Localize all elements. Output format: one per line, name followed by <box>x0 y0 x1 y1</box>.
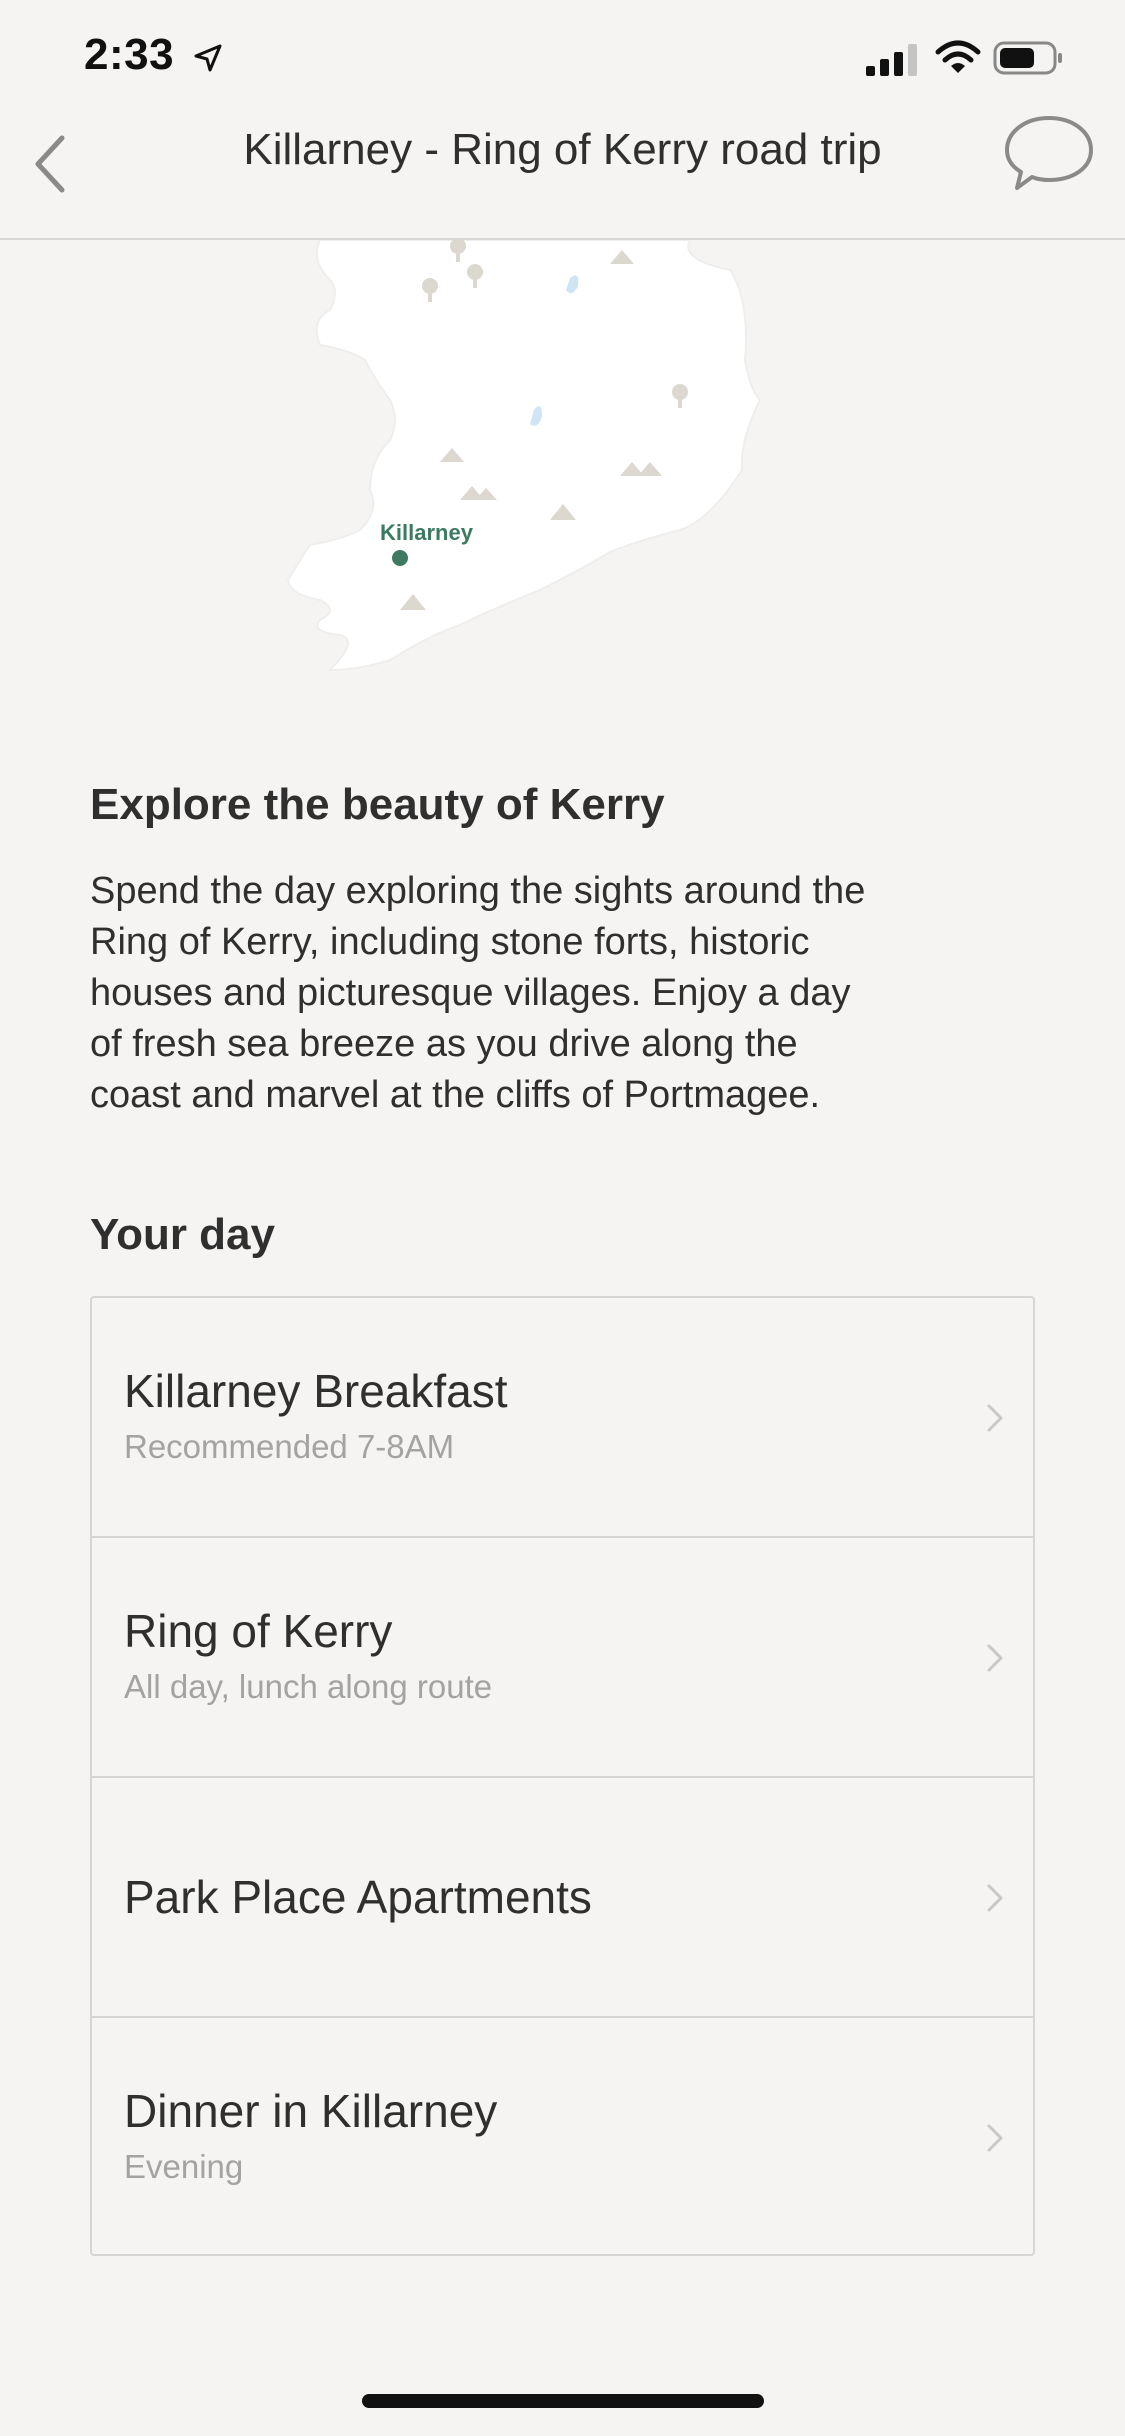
itinerary-item-killarney-breakfast[interactable]: Killarney Breakfast Recommended 7-8AM <box>92 1298 1033 1538</box>
itinerary-item-subtitle: Recommended 7-8AM <box>124 1428 455 1465</box>
itinerary-item-title: Ring of Kerry <box>124 1605 393 1657</box>
battery-icon <box>993 41 1062 75</box>
ireland-landmass <box>286 240 762 672</box>
intro-line: coast and marvel at the cliffs of Portma… <box>90 1074 821 1116</box>
chevron-right-icon <box>987 1644 1003 1672</box>
itinerary-item-title: Park Place Apartments <box>124 1871 592 1923</box>
itinerary-item-ring-of-kerry[interactable]: Ring of Kerry All day, lunch along route <box>92 1538 1033 1778</box>
chevron-right-icon <box>987 1404 1003 1432</box>
wifi-icon <box>935 40 981 73</box>
intro-heading: Explore the beauty of Kerry <box>90 780 665 829</box>
intro-line: of fresh sea breeze as you drive along t… <box>90 1023 798 1065</box>
intro-line: houses and picturesque villages. Enjoy a… <box>90 972 851 1014</box>
cellular-signal-icon <box>866 44 917 76</box>
home-indicator[interactable] <box>362 2394 764 2408</box>
itinerary-item-subtitle: All day, lunch along route <box>124 1668 493 1705</box>
your-day-heading: Your day <box>90 1210 276 1259</box>
itinerary-item-title: Dinner in Killarney <box>124 2085 498 2137</box>
intro-line: Ring of Kerry, including stone forts, hi… <box>90 921 810 963</box>
navigation-bar: Killarney - Ring of Kerry road trip <box>0 100 1125 240</box>
itinerary-item-title: Killarney Breakfast <box>124 1365 508 1417</box>
map-pin-label: Killarney <box>380 520 474 545</box>
intro-line: Spend the day exploring the sights aroun… <box>90 870 866 912</box>
intro-description: Spend the day exploring the sights aroun… <box>90 866 1050 1121</box>
screen: 2:33 Killarney - Ring of Kerry road trip <box>0 0 1125 2436</box>
chevron-right-icon <box>987 2124 1003 2152</box>
chat-button[interactable] <box>1003 112 1095 194</box>
page-title: Killarney - Ring of Kerry road trip <box>243 125 882 174</box>
ireland-map: Killarney <box>286 240 762 672</box>
itinerary-list: Killarney Breakfast Recommended 7-8AM Ri… <box>90 1296 1035 2256</box>
back-button[interactable] <box>20 114 100 214</box>
itinerary-item-park-place-apartments[interactable]: Park Place Apartments <box>92 1778 1033 2018</box>
itinerary-item-dinner-in-killarney[interactable]: Dinner in Killarney Evening <box>92 2018 1033 2254</box>
map-pin <box>392 550 408 566</box>
itinerary-item-subtitle: Evening <box>124 2148 244 2185</box>
chevron-right-icon <box>987 1884 1003 1912</box>
status-time: 2:33 <box>84 30 175 79</box>
location-arrow-icon <box>194 44 222 72</box>
